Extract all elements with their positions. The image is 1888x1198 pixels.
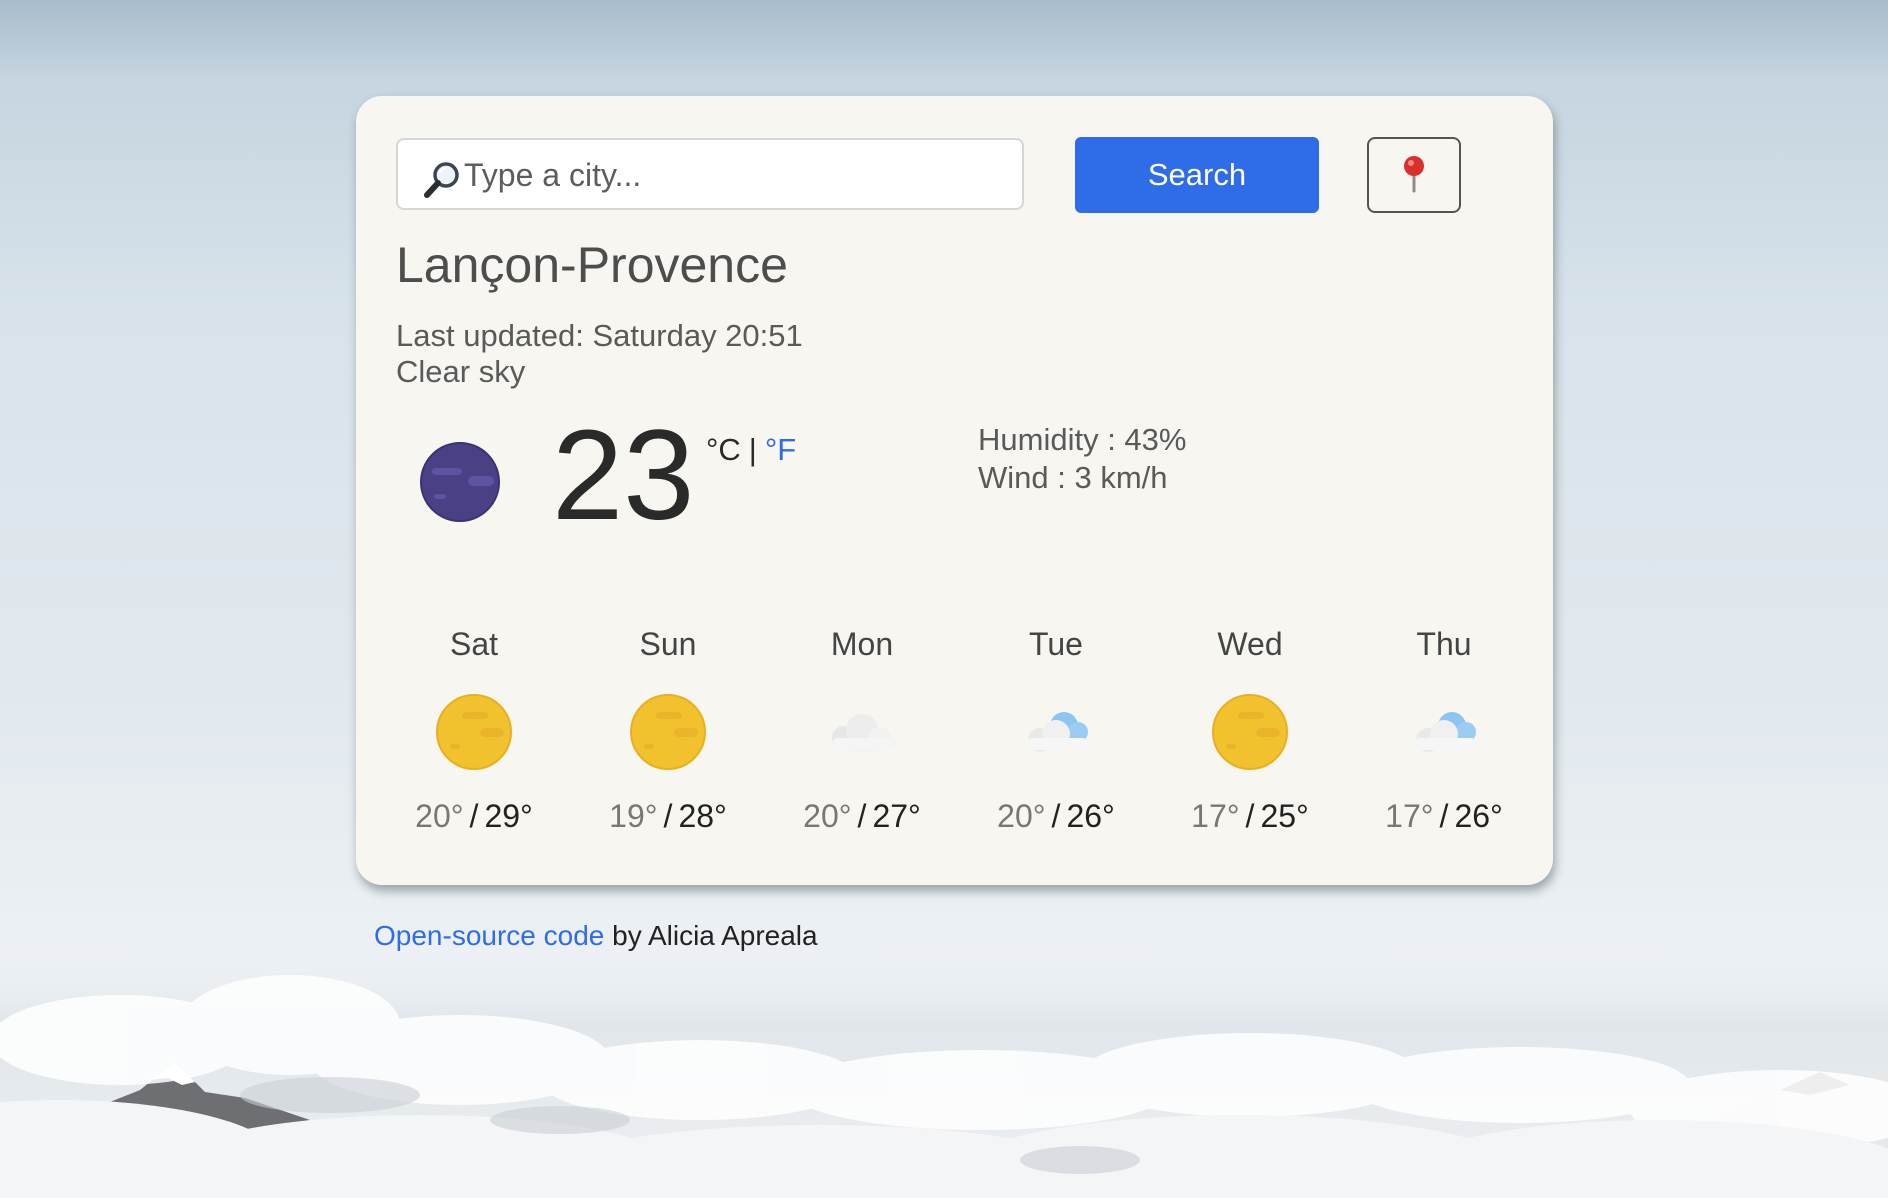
unit-toggle: °C | °F [706, 432, 796, 468]
unit-separator: | [748, 432, 757, 467]
forecast-max-temp: 26° [1454, 798, 1503, 834]
weather-description: Clear sky [396, 354, 526, 389]
forecast-min-temp: 20° [997, 798, 1046, 834]
forecast-day: Sun 19°/28° [571, 626, 765, 846]
partly-cloudy-icon [1018, 694, 1094, 770]
forecast-min-temp: 20° [803, 798, 852, 834]
forecast-max-temp: 25° [1260, 798, 1309, 834]
forecast-max-temp: 28° [678, 798, 727, 834]
forecast-temps: 17°/26° [1347, 798, 1541, 835]
temp-separator: / [857, 798, 867, 834]
forecast-day-name: Tue [1029, 626, 1083, 662]
current-temperature: 23 [552, 404, 695, 547]
forecast-max-temp: 29° [484, 798, 533, 834]
temp-separator: / [1051, 798, 1061, 834]
sun-icon [436, 694, 512, 770]
sun-icon [1212, 694, 1288, 770]
forecast-day: Tue 20°/26° [959, 626, 1153, 846]
temp-separator: / [469, 798, 479, 834]
forecast-day-name: Mon [830, 626, 894, 662]
forecast-row: Sat 20°/29° Sun 19° / 28° Mon 20° / 27° … [356, 626, 1553, 846]
forecast-temps: 17°/25° [1153, 798, 1347, 835]
current-location-button[interactable] [1367, 137, 1461, 213]
forecast-day: Mon 20°/27° [765, 626, 959, 846]
city-name: Lançon-Provence [396, 237, 788, 293]
pin-icon [1399, 154, 1429, 197]
forecast-day: Sat 20°/29° [377, 626, 571, 846]
cloud-icon [824, 694, 900, 770]
footer-author-text: by Alicia Apreala [604, 920, 818, 951]
humidity-text: Humidity : 43% [978, 422, 1187, 457]
magnifying-glass-icon [422, 160, 462, 200]
forecast-temps: 20°/26° [959, 798, 1153, 835]
forecast-day-name: Wed [1217, 626, 1283, 662]
last-updated-text: Last updated: Saturday 20:51 [396, 318, 803, 353]
temp-separator: / [1245, 798, 1255, 834]
temp-separator: / [1439, 798, 1449, 834]
forecast-temps: 19°/28° [571, 798, 765, 835]
forecast-min-temp: 20° [415, 798, 464, 834]
search-box[interactable] [396, 138, 1024, 210]
forecast-temps: 20°/27° [765, 798, 959, 835]
fahrenheit-link[interactable]: °F [765, 432, 796, 467]
sun-icon [630, 694, 706, 770]
moon-icon [420, 442, 500, 522]
wind-text: Wind : 3 km/h [978, 460, 1168, 495]
forecast-day-name: Sat [449, 626, 499, 662]
forecast-day-name: Sun [639, 626, 697, 662]
open-source-code-link[interactable]: Open-source code [374, 920, 604, 951]
partly-cloudy-icon [1406, 694, 1482, 770]
forecast-min-temp: 17° [1191, 798, 1240, 834]
forecast-day-name: Thu [1416, 626, 1472, 662]
search-button[interactable]: Search [1075, 137, 1319, 213]
weather-card: Search Lançon-Provence Last updated: Sat… [356, 96, 1553, 885]
forecast-min-temp: 17° [1385, 798, 1434, 834]
forecast-max-temp: 27° [872, 798, 921, 834]
footer-credit: Open-source code by Alicia Apreala [374, 920, 818, 952]
forecast-max-temp: 26° [1066, 798, 1115, 834]
forecast-day: Wed 17°/25° [1153, 626, 1347, 846]
forecast-min-temp: 19° [609, 798, 658, 834]
temp-separator: / [663, 798, 673, 834]
forecast-temps: 20°/29° [377, 798, 571, 835]
celsius-link[interactable]: °C [706, 432, 741, 467]
city-search-input[interactable] [464, 148, 1004, 202]
forecast-day: Thu 17°/26° [1347, 626, 1541, 846]
